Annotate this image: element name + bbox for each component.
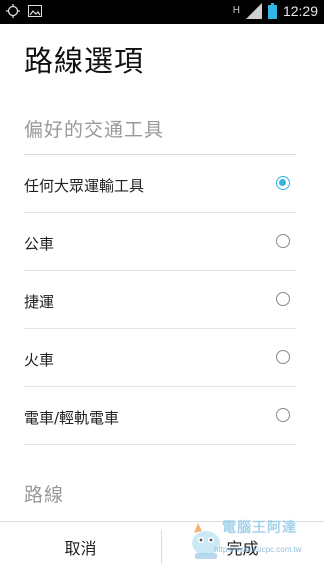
option-any-transit[interactable]: 任何大眾運輸工具 xyxy=(0,155,324,213)
image-notification-icon xyxy=(28,5,42,17)
option-bus[interactable]: 公車 xyxy=(0,213,324,271)
signal-icon xyxy=(245,3,262,19)
option-label: 公車 xyxy=(24,235,55,253)
radio-unselected-icon[interactable] xyxy=(276,408,290,422)
done-button[interactable]: 完成 xyxy=(162,522,323,572)
section-header-transport: 偏好的交通工具 xyxy=(24,119,165,141)
radio-unselected-icon[interactable] xyxy=(276,350,290,364)
option-divider xyxy=(24,444,296,445)
clock: 12:29 xyxy=(282,3,318,19)
option-label: 火車 xyxy=(24,351,55,369)
radio-unselected-icon[interactable] xyxy=(276,234,290,248)
network-type-indicator: H xyxy=(233,6,240,16)
option-train[interactable]: 火車 xyxy=(0,329,324,387)
radio-selected-icon[interactable] xyxy=(276,176,290,190)
route-options-dialog: 路線選項 偏好的交通工具 任何大眾運輸工具 公車 捷運 火車 電車/輕軌電車 路… xyxy=(0,24,324,571)
dialog-title: 路線選項 xyxy=(24,44,145,78)
cancel-button[interactable]: 取消 xyxy=(0,522,161,572)
dialog-button-bar: 取消 完成 xyxy=(0,521,324,572)
radio-unselected-icon[interactable] xyxy=(276,292,290,306)
status-bar: H 12:29 xyxy=(0,0,324,24)
option-label: 任何大眾運輸工具 xyxy=(24,177,145,195)
option-subway[interactable]: 捷運 xyxy=(0,271,324,329)
network-letter: H xyxy=(232,5,240,16)
section-header-route: 路線 xyxy=(24,484,65,506)
gps-icon xyxy=(6,4,20,18)
option-label: 捷運 xyxy=(24,293,55,311)
option-label: 電車/輕軌電車 xyxy=(24,409,120,427)
battery-icon xyxy=(267,3,277,19)
option-tram-light-rail[interactable]: 電車/輕軌電車 xyxy=(0,387,324,445)
